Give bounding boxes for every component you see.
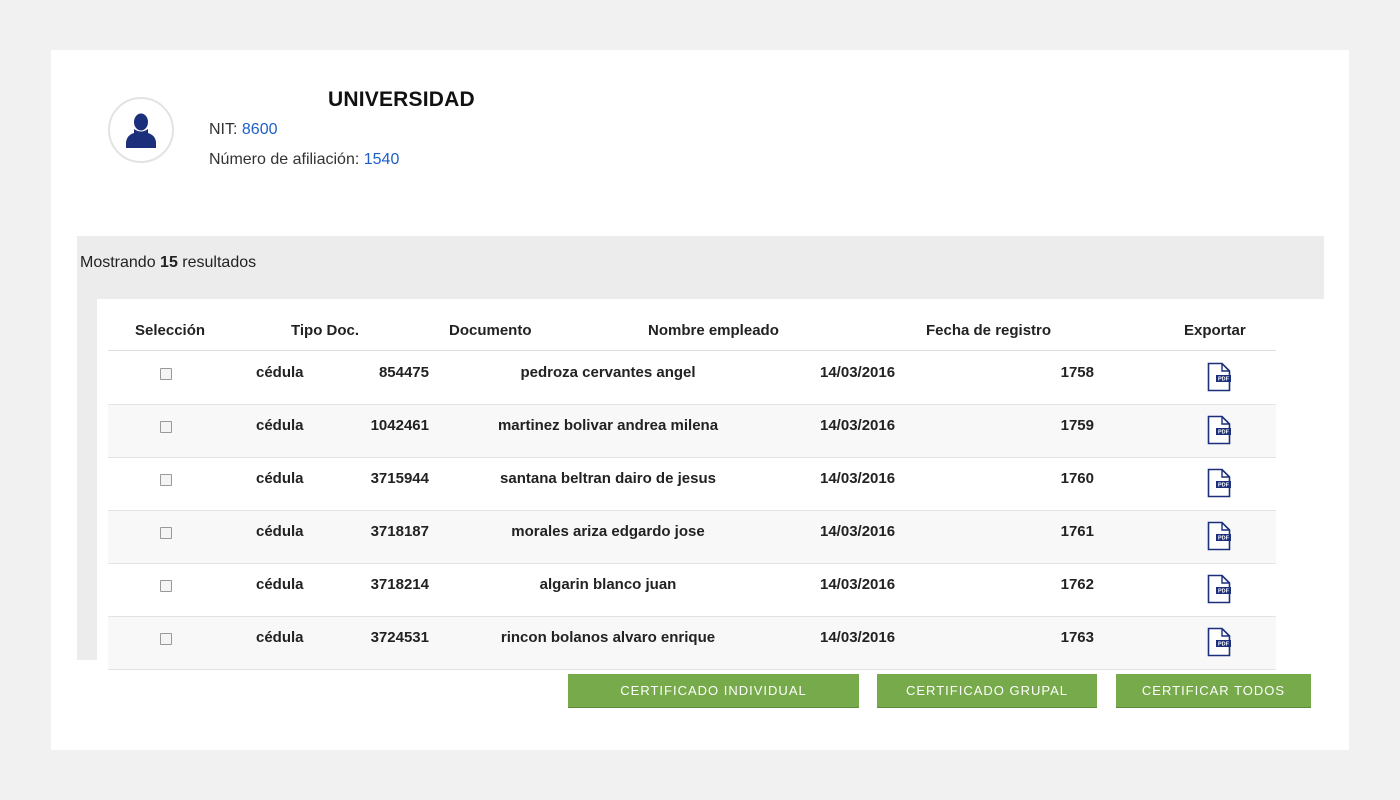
- certificado-individual-button[interactable]: CERTIFICADO INDIVIDUAL: [568, 674, 859, 707]
- cell-fecha-registro: 14/03/2016: [820, 523, 896, 540]
- row-select-checkbox[interactable]: [160, 421, 172, 433]
- cell-nombre-empleado: algarin blanco juan: [539, 576, 677, 593]
- results-prefix: Mostrando: [80, 254, 161, 271]
- organization-title: UNIVERSIDAD: [328, 88, 475, 111]
- affiliation-line: Número de afiliación: 1540: [209, 151, 399, 169]
- cell-tipo-doc: cédula: [256, 470, 304, 487]
- pdf-label: PDF: [1218, 589, 1230, 595]
- results-suffix: resultados: [177, 254, 257, 271]
- user-silhouette-icon: [126, 113, 156, 148]
- cell-documento: 3718187: [370, 523, 429, 540]
- row-select-checkbox[interactable]: [160, 527, 172, 539]
- cell-nombre-empleado: martinez bolivar andrea milena: [497, 417, 719, 434]
- nit-label: NIT:: [209, 121, 242, 138]
- cell-tipo-doc: cédula: [256, 629, 304, 646]
- cell-documento: 1042461: [370, 417, 429, 434]
- column-header-exportar: Exportar: [1184, 322, 1246, 339]
- cell-nombre-empleado: pedroza cervantes angel: [520, 364, 696, 381]
- pdf-label: PDF: [1218, 642, 1230, 648]
- table-row: cédula 3724531 rincon bolanos alvaro enriq…: [108, 617, 1276, 670]
- table-row: cédula 1042461 martinez bolivar andrea mil…: [108, 405, 1276, 458]
- table-row: cédula 3718187 morales ariza edgardo jose 1…: [108, 511, 1276, 564]
- pdf-file-icon[interactable]: PDF: [1207, 574, 1231, 604]
- cell-nombre-empleado: morales ariza edgardo jose: [511, 523, 705, 540]
- table-row: cédula 3718214 algarin blanco juan 14/03/20…: [108, 564, 1276, 617]
- row-select-checkbox[interactable]: [160, 368, 172, 380]
- pdf-file-icon[interactable]: PDF: [1207, 521, 1231, 551]
- affiliation-value: 1540: [363, 151, 400, 168]
- cell-nombre-empleado: rincon bolanos alvaro enrique: [500, 629, 716, 646]
- pdf-label: PDF: [1218, 536, 1230, 542]
- results-summary: Mostrando 15 resultados: [80, 254, 256, 272]
- cell-numero: 1758: [1060, 364, 1094, 381]
- column-header-tipo-doc: Tipo Doc.: [291, 322, 360, 339]
- column-header-documento: Documento: [449, 322, 532, 339]
- pdf-label: PDF: [1218, 377, 1230, 383]
- row-select-checkbox[interactable]: [160, 633, 172, 645]
- cell-numero: 1760: [1060, 470, 1094, 487]
- cell-numero: 1759: [1060, 417, 1094, 434]
- cell-fecha-registro: 14/03/2016: [820, 629, 896, 646]
- cell-documento: 854475: [378, 364, 429, 381]
- avatar: [108, 97, 174, 163]
- table-row: cédula 3715944 santana beltran dairo de je…: [108, 458, 1276, 511]
- nit-line: NIT: 8600: [209, 121, 277, 139]
- header-divider: [108, 350, 1276, 351]
- affiliation-label: Número de afiliación:: [209, 151, 364, 168]
- column-header-fecha-registro: Fecha de registro: [926, 322, 1052, 339]
- cell-fecha-registro: 14/03/2016: [820, 470, 896, 487]
- column-header-nombre-empleado: Nombre empleado: [648, 322, 779, 339]
- cell-fecha-registro: 14/03/2016: [820, 417, 896, 434]
- cell-fecha-registro: 14/03/2016: [820, 576, 896, 593]
- cell-tipo-doc: cédula: [256, 364, 304, 381]
- cell-documento: 3724531: [370, 629, 429, 646]
- cell-tipo-doc: cédula: [256, 523, 304, 540]
- pdf-file-icon[interactable]: PDF: [1207, 362, 1231, 392]
- cell-numero: 1762: [1060, 576, 1094, 593]
- pdf-label: PDF: [1218, 430, 1230, 436]
- cell-numero: 1761: [1060, 523, 1094, 540]
- nit-value: 8600: [241, 121, 278, 138]
- results-count: 15: [160, 254, 178, 271]
- row-select-checkbox[interactable]: [160, 474, 172, 486]
- certificar-todos-button[interactable]: CERTIFICAR TODOS: [1116, 674, 1311, 707]
- row-select-checkbox[interactable]: [160, 580, 172, 592]
- cell-tipo-doc: cédula: [256, 576, 304, 593]
- table-row: cédula 854475 pedroza cervantes angel 14/03…: [108, 352, 1276, 405]
- pdf-file-icon[interactable]: PDF: [1207, 468, 1231, 498]
- pdf-file-icon[interactable]: PDF: [1207, 415, 1231, 445]
- cell-tipo-doc: cédula: [256, 417, 304, 434]
- cell-documento: 3718214: [370, 576, 429, 593]
- cell-fecha-registro: 14/03/2016: [820, 364, 896, 381]
- cell-documento: 3715944: [370, 470, 429, 487]
- pdf-file-icon[interactable]: PDF: [1207, 627, 1231, 657]
- column-header-seleccion: Selección: [135, 322, 206, 339]
- pdf-label: PDF: [1218, 483, 1230, 489]
- cell-nombre-empleado: santana beltran dairo de jesus: [500, 470, 716, 487]
- certificado-grupal-button[interactable]: CERTIFICADO GRUPAL: [877, 674, 1097, 707]
- cell-numero: 1763: [1060, 629, 1094, 646]
